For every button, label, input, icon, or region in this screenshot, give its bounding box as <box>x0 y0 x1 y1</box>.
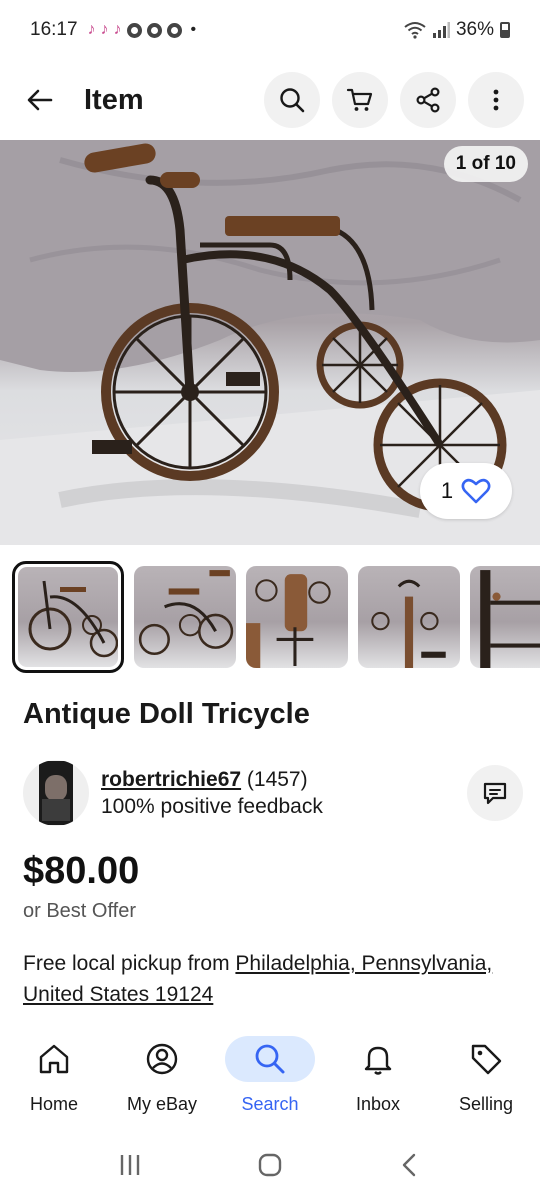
page-title: Item <box>84 83 144 116</box>
tiktok-icon: ♪ <box>87 21 96 38</box>
back-button[interactable] <box>16 76 64 124</box>
bell-icon <box>364 1046 392 1075</box>
battery-percent: 36% <box>455 19 494 40</box>
cart-button[interactable] <box>332 72 388 128</box>
cart-icon <box>346 88 373 111</box>
thumbnail-1[interactable] <box>12 561 124 673</box>
pickup-info: Free local pickup from Philadelphia, Pen… <box>23 948 513 1010</box>
nav-search-label: Search <box>241 1094 299 1114</box>
nav-search[interactable]: Search <box>220 1036 320 1115</box>
share-button[interactable] <box>400 72 456 128</box>
seller-feedback-score: (1457) <box>246 767 308 791</box>
seller-card: robertrichie67 (1457) 100% positive feed… <box>23 758 523 828</box>
thumbnail-4[interactable] <box>358 566 460 668</box>
pickup-label: Free local pickup from <box>23 952 236 975</box>
nav-icon-wrap <box>333 1036 423 1082</box>
thumbnail-image <box>28 580 118 658</box>
signal-icon <box>432 22 450 38</box>
thumbnail-5[interactable] <box>470 566 540 668</box>
battery-icon <box>500 22 510 38</box>
bottom-navigation: Home My eBay Search Inbox Selling <box>0 1030 540 1130</box>
status-time: 16:17 <box>30 19 78 40</box>
nav-icon-wrap <box>225 1036 315 1082</box>
seller-info: robertrichie67 (1457) 100% positive feed… <box>101 766 323 821</box>
search-button[interactable] <box>264 72 320 128</box>
heart-icon <box>461 478 491 504</box>
arrow-left-icon <box>27 89 53 111</box>
item-title: Antique Doll Tricycle <box>23 698 310 730</box>
notification-icons: ♪ ♪ ♪ • <box>88 21 197 39</box>
home-circle-icon <box>258 1153 282 1177</box>
chrome-icon <box>126 22 142 38</box>
nav-inbox-label: Inbox <box>355 1094 401 1114</box>
search-icon <box>255 1044 285 1074</box>
share-icon <box>416 87 440 113</box>
chrome-icon <box>166 22 182 38</box>
thumbnail-image <box>138 570 234 655</box>
seller-name-link[interactable]: robertrichie67 <box>101 768 241 791</box>
nav-my-ebay[interactable]: My eBay <box>112 1036 212 1115</box>
wifi-icon <box>404 22 426 39</box>
message-icon <box>483 782 507 805</box>
tiktok-icon: ♪ <box>100 21 109 38</box>
status-bar: 16:17 ♪ ♪ ♪ • 36% <box>0 0 540 60</box>
watch-button[interactable]: 1 <box>420 463 512 519</box>
thumbnail-strip <box>0 560 540 675</box>
item-page: 16:17 ♪ ♪ ♪ • 36% Item 1 of 10 1 Antique… <box>0 0 540 1200</box>
app-header: Item <box>0 60 540 140</box>
thumbnail-image <box>246 574 331 668</box>
seller-avatar[interactable] <box>23 760 89 826</box>
nav-icon-wrap <box>9 1036 99 1082</box>
thumbnail-2[interactable] <box>134 566 236 668</box>
search-icon <box>280 88 305 113</box>
tag-icon <box>471 1044 502 1075</box>
chrome-icon <box>146 22 162 38</box>
recent-apps-button[interactable] <box>100 1145 160 1185</box>
tiktok-icon: ♪ <box>113 21 122 38</box>
thumbnail-image <box>371 579 446 668</box>
nav-home[interactable]: Home <box>4 1036 104 1115</box>
item-price: $80.00 <box>23 850 140 892</box>
nav-my-ebay-label: My eBay <box>126 1094 198 1114</box>
header-actions <box>264 72 524 128</box>
nav-icon-wrap <box>117 1036 207 1082</box>
seller-photo <box>39 761 73 825</box>
seller-feedback-percent: 100% positive feedback <box>101 795 323 818</box>
nav-selling-label: Selling <box>458 1094 514 1114</box>
watch-count: 1 <box>440 478 454 503</box>
seller-name-row: robertrichie67 (1457) <box>101 766 323 793</box>
thumbnail-image <box>480 570 540 668</box>
more-vertical-icon <box>493 89 499 111</box>
item-photo[interactable]: 1 of 10 1 <box>0 140 540 545</box>
contact-seller-button[interactable] <box>467 765 523 821</box>
system-navigation <box>0 1130 540 1200</box>
home-icon <box>39 1044 69 1074</box>
thumbnail-3[interactable] <box>246 566 348 668</box>
photo-counter: 1 of 10 <box>443 146 528 182</box>
nav-home-label: Home <box>29 1094 78 1114</box>
home-system-button[interactable] <box>240 1145 300 1185</box>
nav-selling[interactable]: Selling <box>436 1036 536 1115</box>
recent-apps-icon <box>120 1155 140 1175</box>
system-status: 36% <box>404 19 510 41</box>
nav-inbox[interactable]: Inbox <box>328 1036 428 1115</box>
more-notifications-dot-icon: • <box>190 21 197 38</box>
more-button[interactable] <box>468 72 524 128</box>
best-offer-label: or Best Offer <box>23 900 137 922</box>
nav-icon-wrap <box>441 1036 531 1082</box>
chevron-left-icon <box>402 1153 416 1177</box>
user-icon <box>146 1043 178 1075</box>
system-back-button[interactable] <box>380 1145 440 1185</box>
